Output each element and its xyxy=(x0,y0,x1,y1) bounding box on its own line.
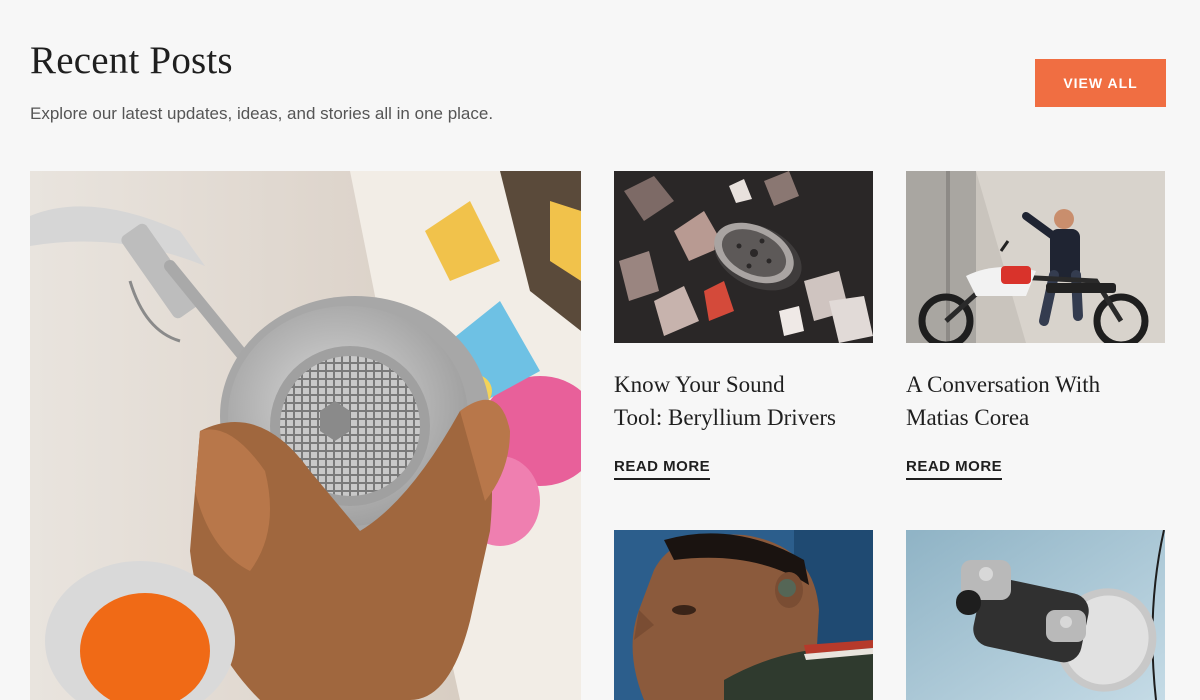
driver-render xyxy=(614,171,873,343)
view-all-button[interactable]: VIEW ALL xyxy=(1035,59,1166,107)
post-title-line: Matias Corea xyxy=(906,405,1030,430)
post-title-matias-corea[interactable]: A Conversation With Matias Corea xyxy=(906,368,1156,434)
post-image-drivers[interactable] xyxy=(614,171,873,343)
post-title-drivers[interactable]: Know Your Sound Tool: Beryllium Drivers xyxy=(614,368,864,434)
earbuds-case-photo xyxy=(906,530,1165,700)
post-image-earbud[interactable] xyxy=(614,530,873,700)
featured-post-image[interactable] xyxy=(30,171,581,700)
motorcycle-photo xyxy=(906,171,1165,343)
post-image-earbuds-case[interactable] xyxy=(906,530,1165,700)
earbud-portrait-photo xyxy=(614,530,873,700)
post-title-line: A Conversation With xyxy=(906,372,1101,397)
recent-posts-section: Recent Posts Explore our latest updates,… xyxy=(0,0,1200,700)
page-title: Recent Posts xyxy=(30,39,233,82)
read-more-link-drivers[interactable]: READ MORE xyxy=(614,458,711,480)
headphones-photo xyxy=(30,171,581,700)
post-title-line: Know Your Sound xyxy=(614,372,785,397)
page-subtitle: Explore our latest updates, ideas, and s… xyxy=(30,104,494,123)
post-image-matias-corea[interactable] xyxy=(906,171,1165,343)
post-title-line: Tool: Beryllium Drivers xyxy=(614,405,836,430)
read-more-link-matias-corea[interactable]: READ MORE xyxy=(906,458,1003,480)
